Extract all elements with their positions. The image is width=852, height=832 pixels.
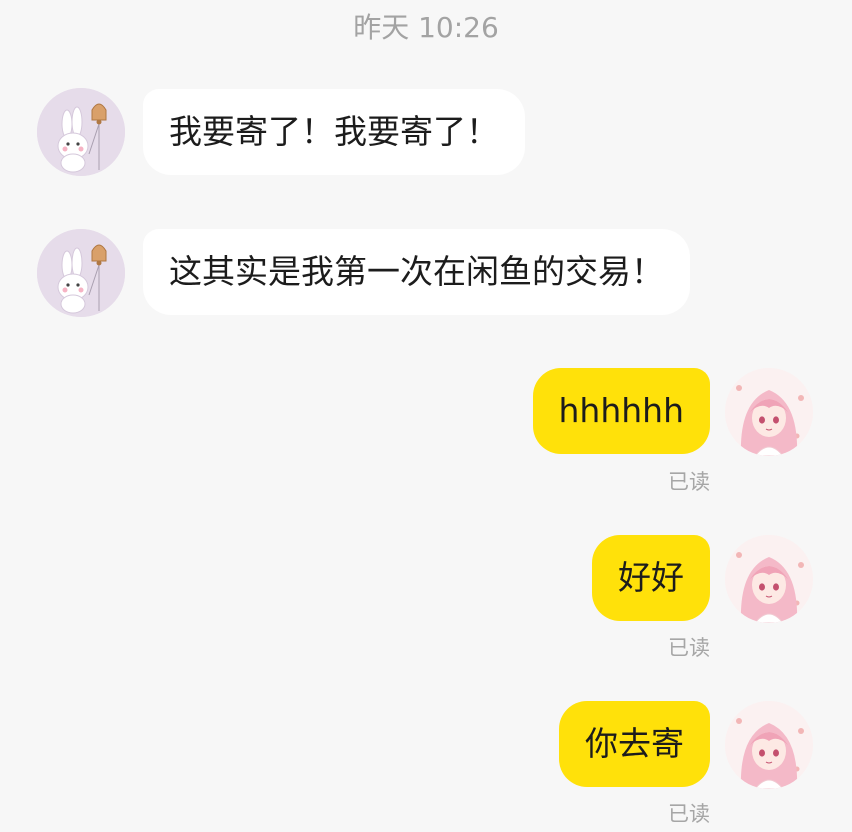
peer-avatar[interactable] — [37, 229, 125, 317]
read-status: 已读 — [668, 636, 710, 660]
self-avatar[interactable] — [725, 368, 813, 456]
anime-girl-avatar-icon — [725, 535, 813, 623]
outgoing-message-bubble[interactable]: 你去寄 — [559, 701, 710, 787]
read-status: 已读 — [668, 470, 710, 494]
anime-girl-avatar-icon — [725, 368, 813, 456]
incoming-message-bubble[interactable]: 这其实是我第一次在闲鱼的交易！ — [143, 229, 690, 315]
incoming-message-bubble[interactable]: 我要寄了！我要寄了！ — [143, 89, 525, 175]
bunny-avatar-icon — [37, 88, 125, 176]
outgoing-message-bubble[interactable]: hhhhhh — [532, 368, 710, 454]
self-avatar[interactable] — [725, 701, 813, 789]
peer-avatar[interactable] — [37, 88, 125, 176]
self-avatar[interactable] — [725, 535, 813, 623]
read-status: 已读 — [668, 802, 710, 826]
bunny-avatar-icon — [37, 229, 125, 317]
outgoing-message-bubble[interactable]: 好好 — [592, 535, 710, 621]
anime-girl-avatar-icon — [725, 701, 813, 789]
chat-timestamp: 昨天 10:26 — [353, 11, 499, 44]
